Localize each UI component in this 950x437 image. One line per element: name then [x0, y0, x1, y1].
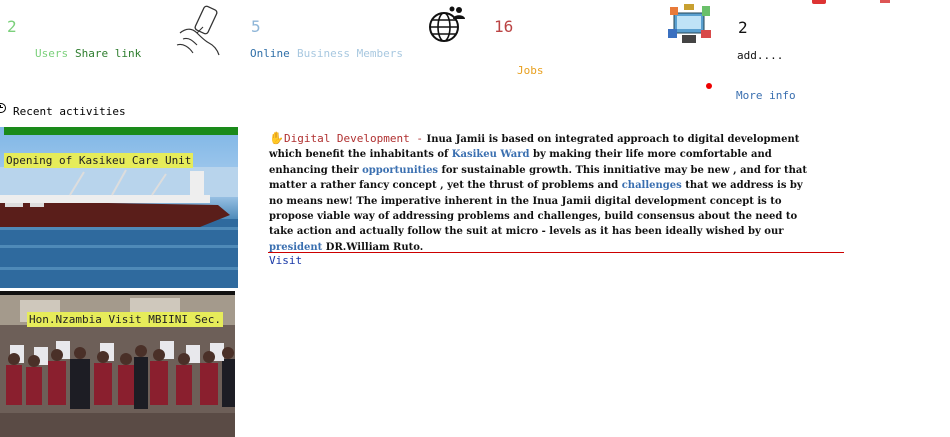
recent-activities-title: Recent activities — [13, 105, 126, 118]
hand-phone-icon — [175, 3, 225, 59]
share-link[interactable]: Share link — [75, 47, 141, 60]
users-count: 2 — [7, 17, 17, 36]
activity-photo-school[interactable]: Hon.Nzambia Visit MBIINI Sec. — [0, 291, 235, 437]
add-count: 2 — [738, 18, 748, 37]
digital-development-article: ✋Digital Development - Inua Jamii is bas… — [269, 131, 809, 255]
add-label: add.... — [737, 49, 784, 62]
article-divider — [268, 252, 844, 253]
jobs-label: Jobs — [517, 64, 544, 77]
article-link-kasikeu[interactable]: Kasikeu Ward — [452, 149, 530, 160]
activity-caption: Opening of Kasikeu Care Unit — [4, 153, 194, 168]
globe-people-icon — [424, 3, 468, 47]
article-link-challenges[interactable]: challenges — [622, 180, 682, 191]
business-members-label: Business Members — [297, 47, 403, 60]
clock-icon — [0, 103, 6, 113]
online-count: 5 — [251, 17, 261, 36]
hand-emoji-icon: ✋ — [269, 131, 284, 145]
activity-caption: Hon.Nzambia Visit MBIINI Sec. — [27, 312, 224, 327]
more-info-link[interactable]: More info — [736, 89, 796, 102]
youtube-icon[interactable] — [812, 0, 826, 4]
article-heading: Digital Development - — [283, 132, 424, 145]
devices-icon — [668, 3, 712, 45]
visit-link[interactable]: Visit — [269, 254, 302, 267]
article-link-opportunities[interactable]: opportunities — [362, 165, 438, 176]
social-icon[interactable] — [880, 0, 890, 3]
users-label: Users — [35, 47, 69, 60]
activity-photo-ship[interactable]: Opening of Kasikeu Care Unit — [0, 127, 238, 288]
notification-dot — [706, 83, 712, 89]
online-label: Online — [250, 47, 290, 60]
jobs-count: 16 — [494, 17, 514, 36]
